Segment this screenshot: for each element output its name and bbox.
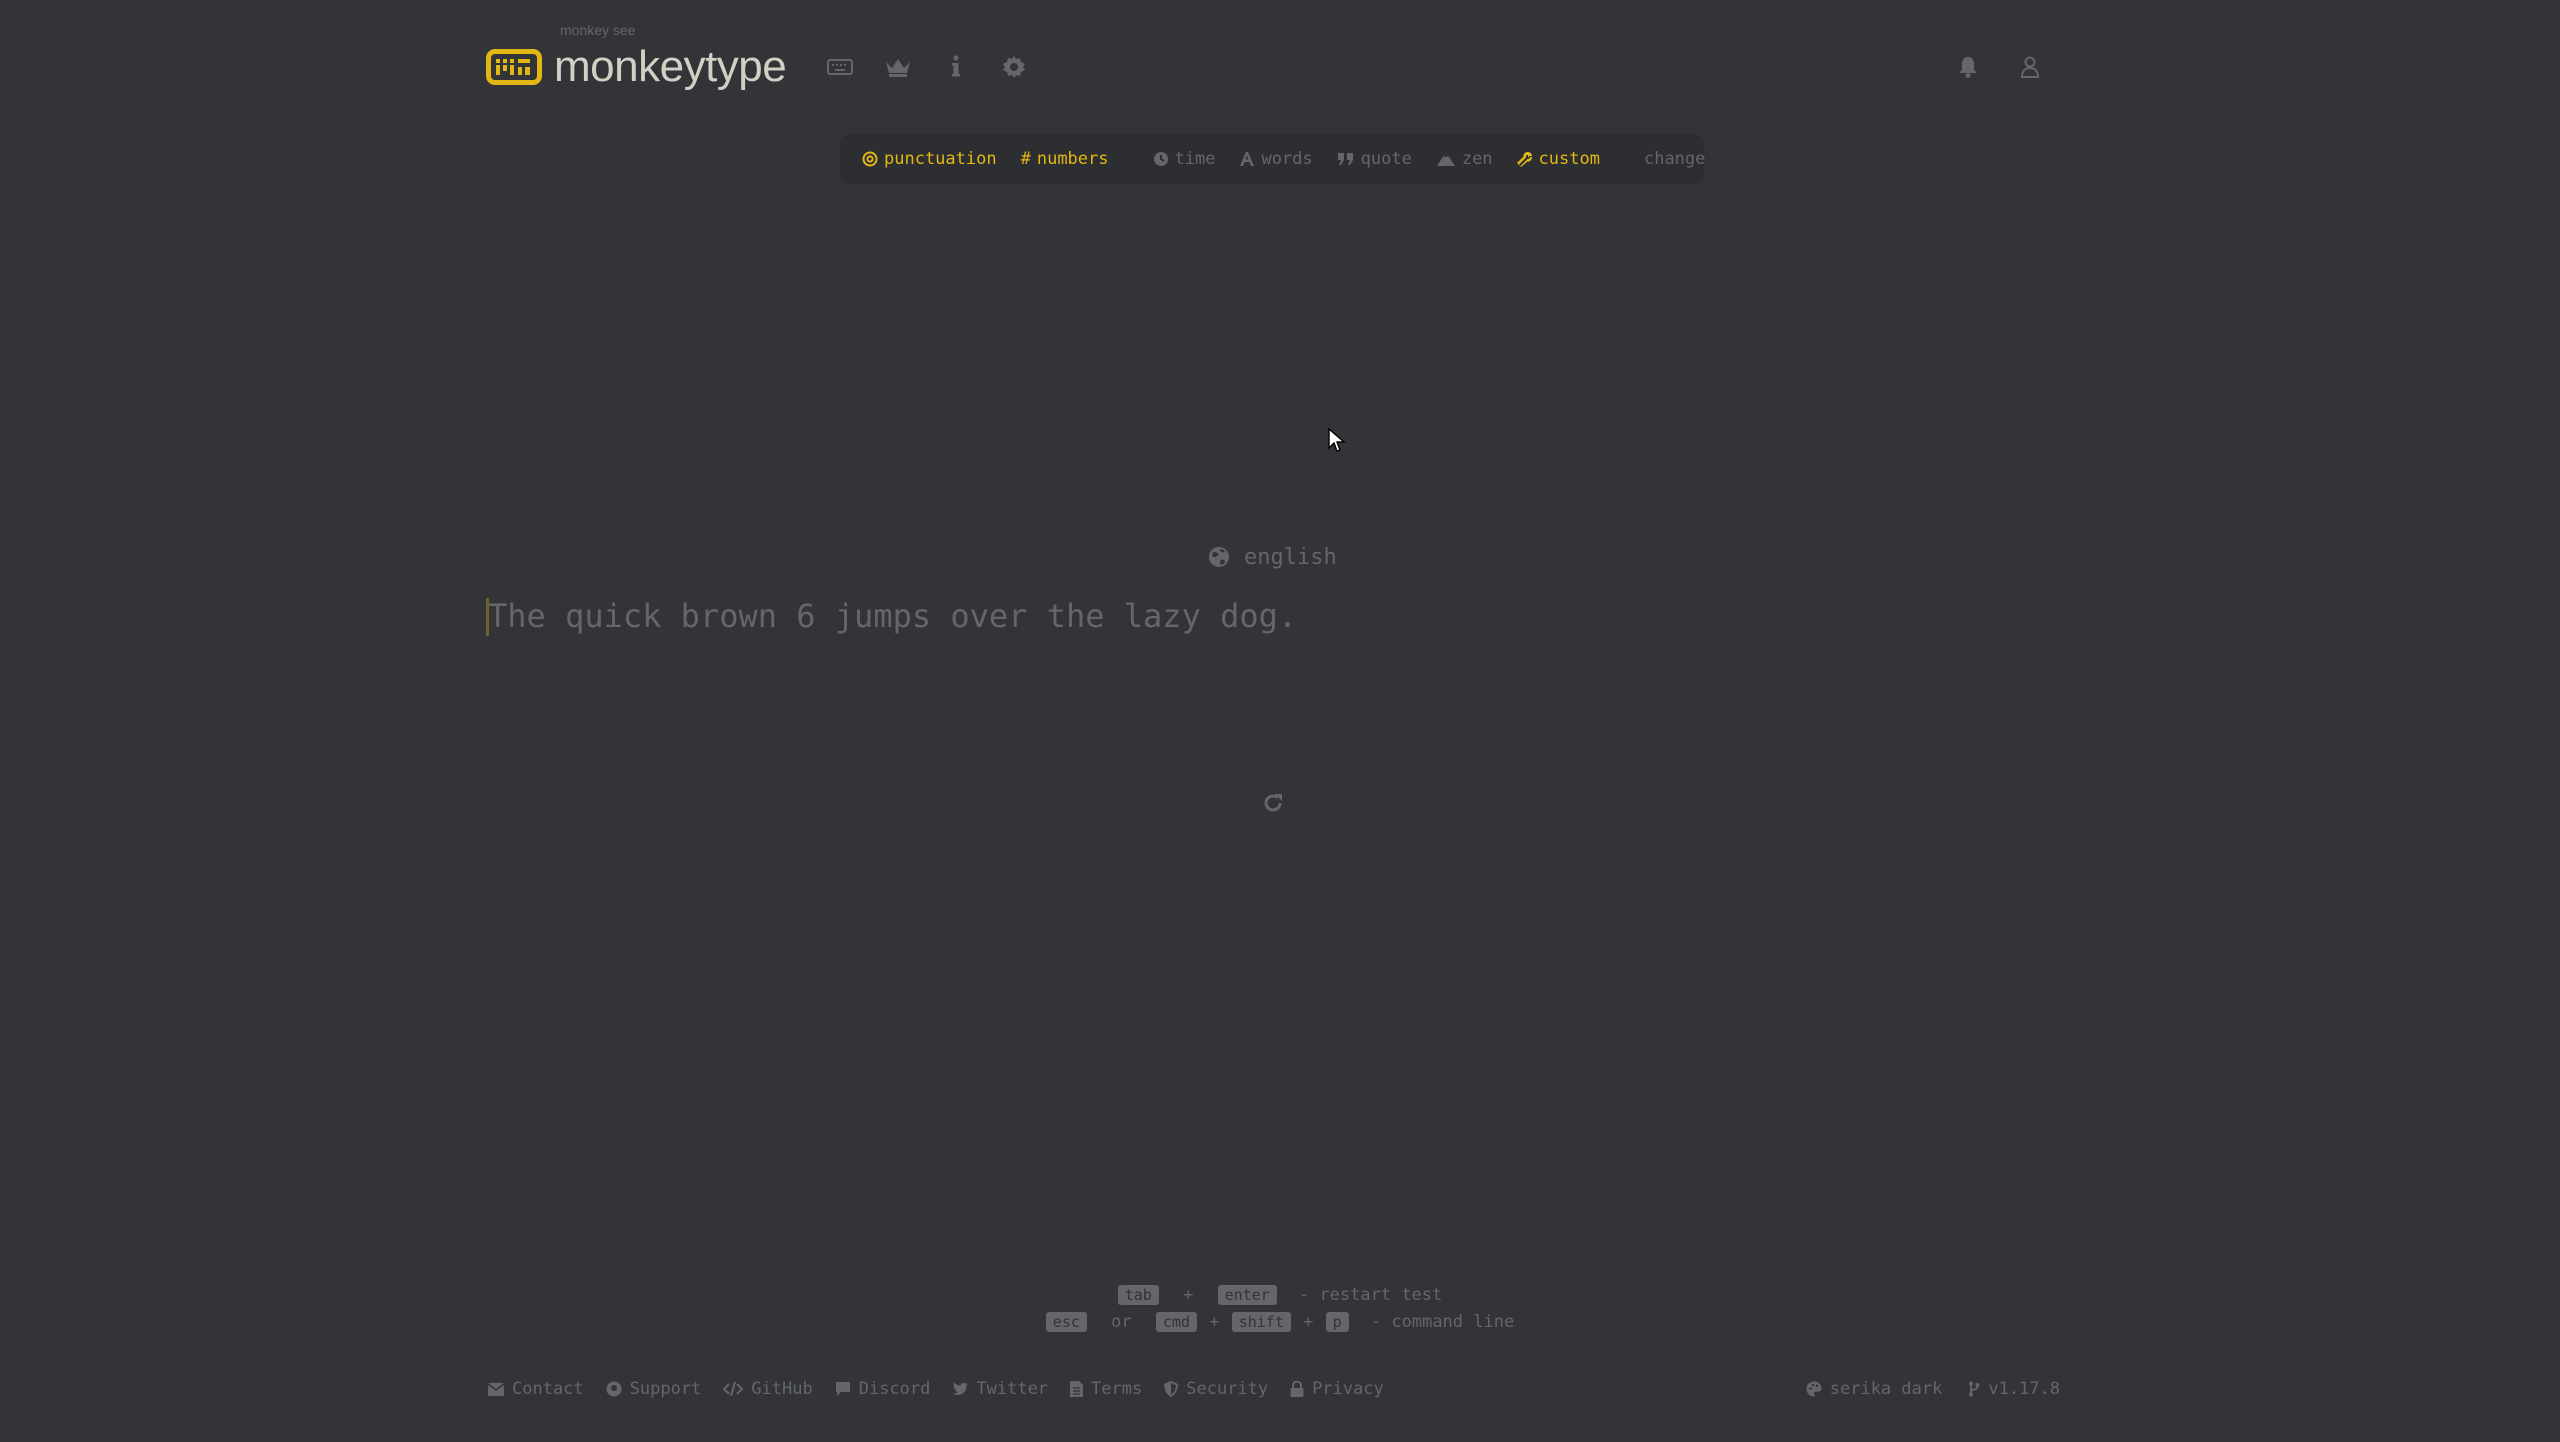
nav-icons [826, 30, 1028, 104]
punctuation-toggle[interactable]: punctuation [862, 149, 997, 169]
keytip-command-desc: - command line [1370, 1312, 1515, 1332]
palette-icon [1806, 1381, 1822, 1397]
footer-contact-label: Contact [512, 1379, 584, 1399]
quote-icon [1337, 153, 1353, 165]
numbers-toggle[interactable]: # numbers [1021, 149, 1109, 169]
document-icon [1070, 1381, 1084, 1397]
footer-support[interactable]: Support [606, 1379, 702, 1399]
footer-contact[interactable]: Contact [488, 1379, 584, 1399]
change-button[interactable]: change [1644, 149, 1705, 169]
footer-discord[interactable]: Discord [835, 1379, 931, 1399]
user-icon[interactable] [2016, 53, 2044, 81]
mode-custom[interactable]: custom [1516, 149, 1600, 169]
zen-label: zen [1461, 149, 1493, 169]
letter-a-icon [1240, 152, 1255, 166]
header-right-icons [1954, 30, 2060, 104]
bell-icon[interactable] [1954, 53, 1982, 81]
key-shift: shift [1231, 1312, 1291, 1332]
key-p: p [1325, 1312, 1349, 1332]
header: monkey see monkeytype [486, 22, 2060, 104]
globe-icon [1209, 547, 1229, 567]
at-icon [862, 151, 878, 167]
footer-privacy[interactable]: Privacy [1290, 1379, 1384, 1399]
mode-zen[interactable]: zen [1436, 149, 1493, 169]
keytips: tab + enter - restart test esc or cmd + … [0, 1282, 2560, 1336]
logo[interactable]: monkey see monkeytype [486, 22, 787, 104]
custom-label: custom [1538, 149, 1600, 169]
redo-icon [1264, 794, 1282, 812]
keytip-restart: tab + enter - restart test [0, 1282, 2560, 1309]
keytip-or: or [1111, 1312, 1132, 1332]
mode-time[interactable]: time [1153, 149, 1216, 169]
logo-text: monkeytype [554, 42, 787, 91]
code-icon [723, 1382, 744, 1396]
key-tab: tab [1117, 1285, 1159, 1305]
time-label: time [1174, 149, 1216, 169]
keytip-restart-desc: - restart test [1298, 1285, 1443, 1305]
key-cmd: cmd [1155, 1312, 1197, 1332]
wrench-icon [1516, 152, 1532, 167]
words-display[interactable]: The quick brown 6 jumps over the lazy do… [488, 588, 1297, 644]
footer-security-label: Security [1186, 1379, 1269, 1399]
footer-security[interactable]: Security [1164, 1379, 1268, 1399]
test-config-bar: punctuation # numbers time words quote z… [840, 134, 1705, 184]
keytip-plus-2: + [1303, 1312, 1314, 1332]
shield-icon [1164, 1381, 1179, 1397]
gear-icon[interactable] [1000, 53, 1028, 81]
footer-twitter[interactable]: Twitter [952, 1379, 1048, 1399]
mountain-icon [1436, 152, 1455, 166]
twitter-icon [952, 1382, 969, 1396]
punctuation-label: punctuation [884, 149, 997, 169]
crown-icon[interactable] [884, 53, 912, 81]
footer-discord-label: Discord [858, 1379, 931, 1399]
numbers-label: numbers [1036, 149, 1109, 169]
footer: Contact Support GitHub Discord Twitter T… [488, 1374, 2060, 1404]
code-branch-icon [1969, 1381, 1980, 1397]
logo-subtitle: monkey see [560, 22, 636, 38]
footer-privacy-label: Privacy [1312, 1379, 1384, 1399]
lock-icon [1290, 1381, 1304, 1397]
chat-icon [835, 1382, 850, 1396]
clock-icon [1153, 152, 1168, 166]
app-root: monkey see monkeytype punctuation # numb… [0, 0, 2560, 1442]
mode-quote[interactable]: quote [1337, 149, 1412, 169]
keyboard-icon[interactable] [826, 53, 854, 81]
version-button[interactable]: v1.17.8 [1968, 1379, 2060, 1399]
theme-button[interactable]: serika dark [1806, 1379, 1943, 1399]
keytip-plus-1: + [1209, 1312, 1220, 1332]
footer-links: Contact Support GitHub Discord Twitter T… [488, 1374, 1384, 1404]
restart-button[interactable] [1260, 790, 1286, 816]
footer-terms-label: Terms [1091, 1379, 1143, 1399]
mouse-pointer-icon [1328, 427, 1346, 458]
logo-icon [486, 49, 542, 85]
donate-icon [606, 1381, 622, 1397]
envelope-icon [488, 1382, 504, 1396]
keytip-command-line: esc or cmd + shift + p - command line [0, 1309, 2560, 1336]
footer-twitter-label: Twitter [976, 1379, 1049, 1399]
change-label: change [1643, 149, 1706, 169]
hash-icon: # [1020, 149, 1031, 169]
keytip-plus: + [1183, 1285, 1194, 1305]
footer-github[interactable]: GitHub [723, 1379, 813, 1399]
language-label: english [1244, 544, 1337, 570]
quote-label: quote [1360, 149, 1412, 169]
mode-words[interactable]: words [1239, 149, 1313, 169]
footer-github-label: GitHub [751, 1379, 813, 1399]
info-icon[interactable] [942, 53, 970, 81]
footer-meta: serika dark v1.17.8 [1806, 1374, 2060, 1404]
key-esc: esc [1045, 1312, 1087, 1332]
footer-terms[interactable]: Terms [1070, 1379, 1142, 1399]
language-selector[interactable]: english [1208, 541, 1337, 573]
theme-label: serika dark [1829, 1379, 1943, 1399]
key-enter: enter [1217, 1285, 1277, 1305]
footer-support-label: Support [629, 1379, 702, 1399]
version-label: v1.17.8 [1988, 1379, 2060, 1399]
words-label: words [1261, 149, 1313, 169]
